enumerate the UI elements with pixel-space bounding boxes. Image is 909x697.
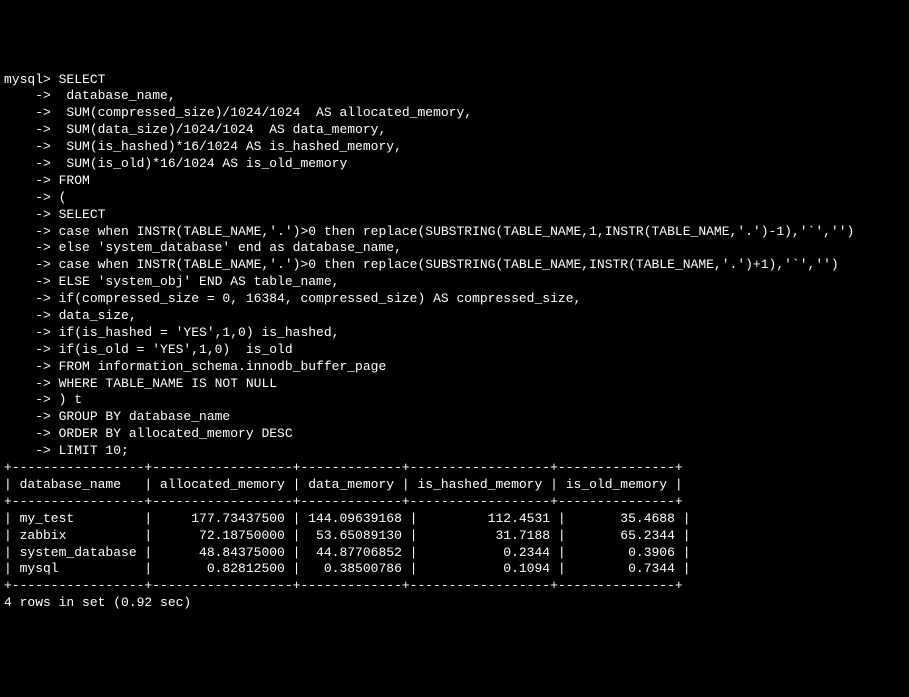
mysql-terminal-output: mysql> SELECT -> database_name, -> SUM(c… (4, 72, 905, 613)
